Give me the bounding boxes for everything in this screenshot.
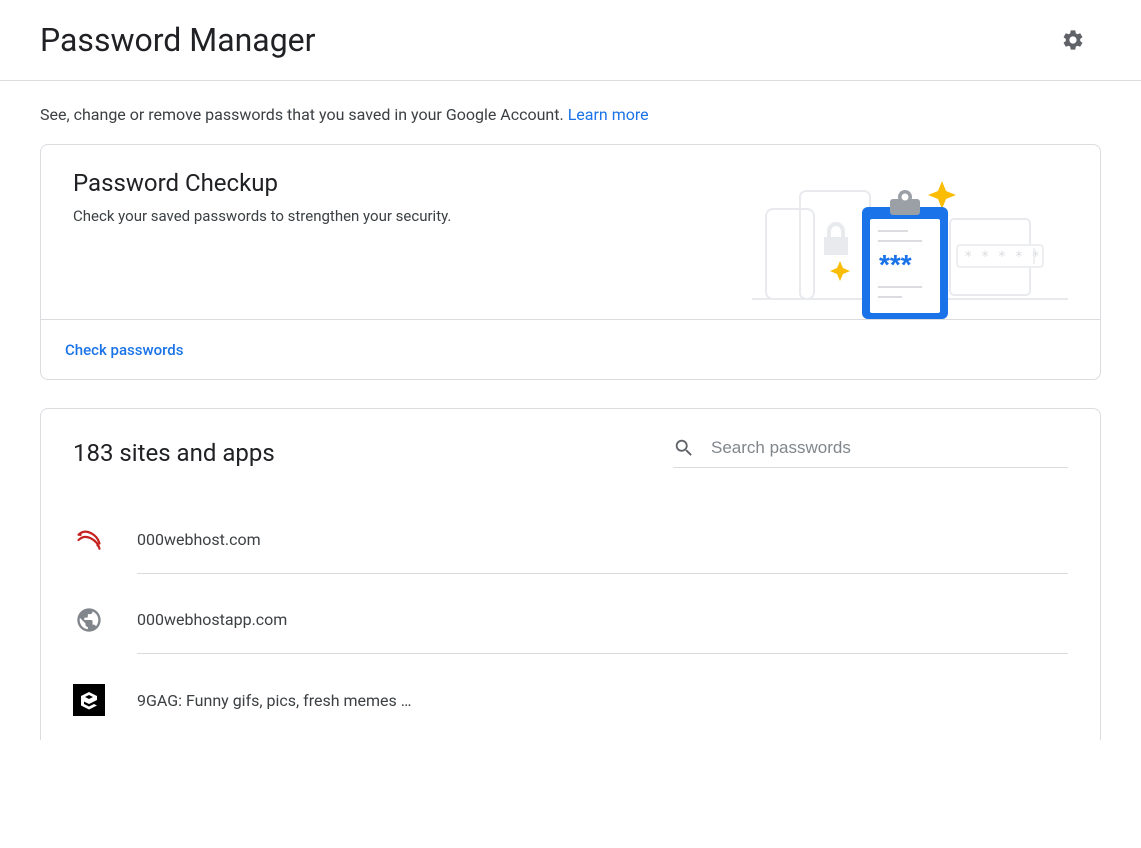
site-favicon-9gag: [73, 684, 105, 716]
sites-count-heading: 183 sites and apps: [73, 439, 275, 467]
intro-text: See, change or remove passwords that you…: [0, 81, 1141, 144]
intro-description: See, change or remove passwords that you…: [40, 105, 568, 124]
globe-icon: [75, 606, 103, 634]
site-name: 000webhostapp.com: [137, 610, 287, 629]
page-header: Password Manager: [0, 0, 1141, 81]
site-name: 9GAG: Funny gifs, pics, fresh memes …: [137, 691, 411, 710]
password-checkup-card: Password Checkup Check your saved passwo…: [40, 144, 1101, 380]
svg-text:* * * * *: * * * * *: [964, 249, 1040, 265]
check-passwords-link[interactable]: Check passwords: [65, 341, 183, 359]
page-title: Password Manager: [40, 21, 315, 59]
learn-more-link[interactable]: Learn more: [568, 105, 649, 124]
site-favicon-generic: [73, 604, 105, 636]
gear-icon: [1061, 28, 1085, 52]
checkup-subtitle: Check your saved passwords to strengthen…: [73, 207, 451, 225]
site-name: 000webhost.com: [137, 530, 261, 549]
search-passwords-field[interactable]: [673, 437, 1068, 468]
site-row[interactable]: 000webhostapp.com: [73, 580, 1068, 660]
search-icon: [673, 437, 695, 459]
checkup-title: Password Checkup: [73, 169, 451, 197]
site-favicon-000webhost: [73, 524, 105, 556]
checkup-illustration: * * * * * ***: [732, 169, 1072, 319]
site-row[interactable]: 9GAG: Funny gifs, pics, fresh memes …: [73, 660, 1068, 740]
sites-card: 183 sites and apps 000webhost.com: [40, 408, 1101, 740]
settings-button[interactable]: [1053, 20, 1093, 60]
search-input[interactable]: [711, 438, 1068, 458]
svg-text:***: ***: [879, 249, 912, 280]
site-row[interactable]: 000webhost.com: [73, 500, 1068, 580]
